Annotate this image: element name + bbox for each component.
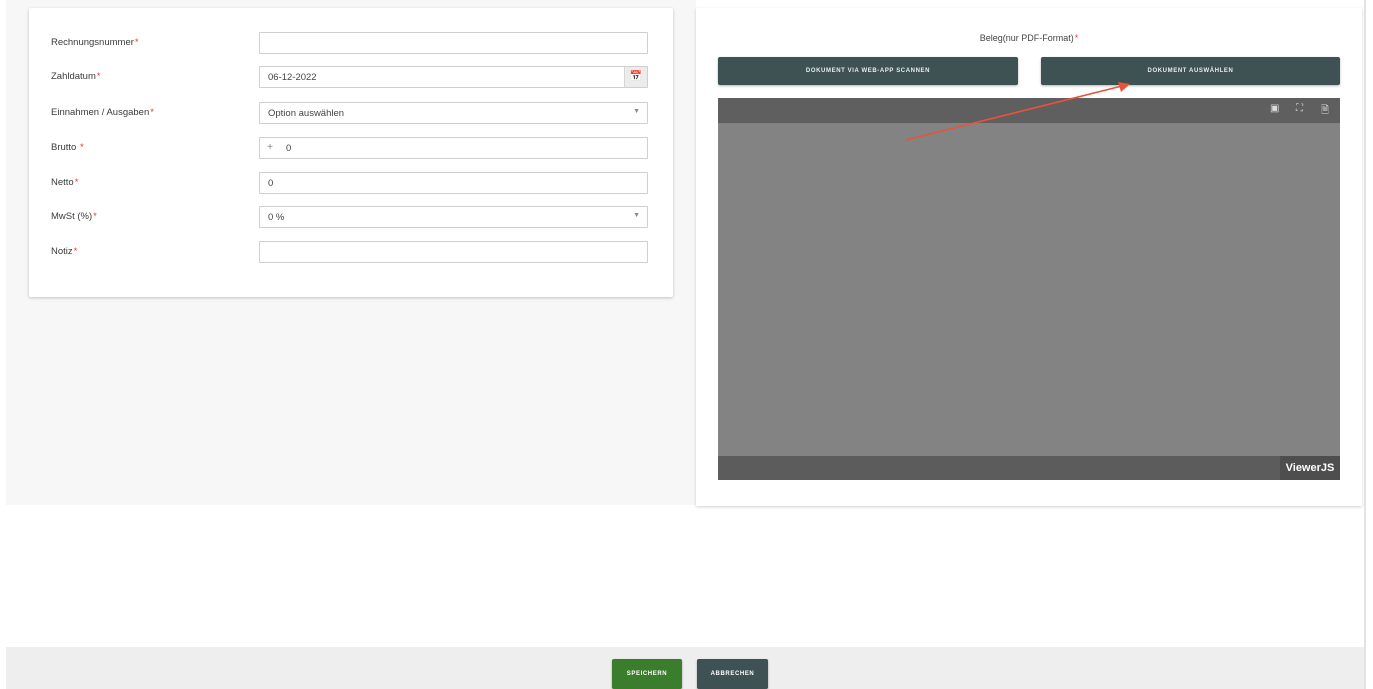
save-button[interactable]: SPEICHERN — [612, 659, 682, 689]
field-label: Notiz* — [51, 246, 78, 257]
scrollbar-track[interactable] — [1364, 0, 1366, 689]
form-row-notiz: Notiz* — [29, 241, 673, 265]
field-label: MwSt (%)* — [51, 211, 97, 222]
form-row-einnahmen-ausgaben: Einnahmen / Ausgaben* Option auswählen ▼ — [29, 102, 673, 126]
form-row-mwst: MwSt (%)* 0 % ▼ — [29, 206, 673, 230]
form-row-netto: Netto* 0 — [29, 172, 673, 196]
download-icon[interactable]: 🗎 — [1321, 103, 1329, 120]
caret-down-icon: ▼ — [633, 108, 640, 115]
viewerjs-logo: ViewerJS — [1280, 456, 1340, 480]
zahldatum-input[interactable]: 06-12-2022 📅 — [259, 66, 648, 88]
form-row-rechnungsnummer: Rechnungsnummer* — [29, 32, 673, 56]
pdf-viewer: ▣ ⛶ 🗎 ViewerJS — [718, 98, 1340, 480]
field-label: Einnahmen / Ausgaben* — [51, 107, 154, 118]
field-label: Rechnungsnummer* — [51, 37, 139, 48]
caret-down-icon: ▼ — [633, 212, 640, 219]
fullscreen-icon[interactable]: ⛶ — [1296, 103, 1303, 114]
document-card: Beleg(nur PDF-Format)* DOKUMENT VIA WEB-… — [696, 8, 1362, 506]
select-value: 0 % — [268, 212, 285, 223]
viewer-footer: ViewerJS — [718, 456, 1340, 480]
notiz-input[interactable] — [259, 241, 648, 263]
einnahmen-ausgaben-select[interactable]: Option auswählen ▼ — [259, 102, 648, 124]
plus-sign-prefix[interactable]: + — [260, 138, 280, 158]
invoice-form-card: Rechnungsnummer* Zahldatum* 06-12-2022 📅… — [29, 8, 673, 297]
viewer-toolbar: ▣ ⛶ 🗎 — [718, 98, 1340, 123]
select-value: Option auswählen — [268, 108, 345, 119]
scan-document-button[interactable]: DOKUMENT VIA WEB-APP SCANNEN — [718, 57, 1018, 85]
form-row-brutto: Brutto * + 0 — [29, 137, 673, 161]
select-document-button[interactable]: DOKUMENT AUSWÄHLEN — [1041, 57, 1340, 85]
footer-bar: SPEICHERN ABBRECHEN — [6, 647, 1364, 689]
field-label: Zahldatum* — [51, 71, 101, 82]
field-label: Brutto * — [51, 142, 84, 153]
document-title: Beleg(nur PDF-Format)* — [979, 33, 1079, 43]
netto-input[interactable]: 0 — [259, 172, 648, 194]
brutto-value: 0 — [286, 143, 292, 154]
zahldatum-value: 06-12-2022 — [268, 72, 317, 83]
rechnungsnummer-input[interactable] — [259, 32, 648, 54]
form-row-zahldatum: Zahldatum* 06-12-2022 📅 — [29, 66, 673, 90]
brutto-input[interactable]: + 0 — [259, 137, 648, 159]
field-label: Netto* — [51, 177, 79, 188]
mwst-select[interactable]: 0 % ▼ — [259, 206, 648, 228]
calendar-icon[interactable]: 📅 — [624, 67, 647, 87]
cancel-button[interactable]: ABBRECHEN — [697, 659, 768, 689]
presentation-icon[interactable]: ▣ — [1270, 103, 1279, 114]
